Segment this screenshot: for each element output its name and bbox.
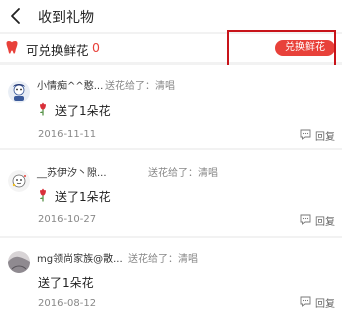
reply-label: 回复	[315, 217, 335, 228]
sent-to-text: 送花给了：清唱	[148, 168, 218, 179]
exchangeable-flowers-label: 可兑换鲜花	[26, 43, 89, 58]
header-bar: 收到礼物	[0, 0, 342, 32]
page-title: 收到礼物	[38, 10, 94, 26]
gift-text: 送了1朵花	[55, 104, 111, 118]
exchangeable-flowers-count: 0	[92, 40, 100, 55]
reply-icon	[300, 129, 311, 140]
reply-icon	[300, 214, 311, 225]
flower-icon	[40, 188, 46, 202]
highlight-annotation-box	[227, 30, 336, 70]
reply-icon	[300, 296, 311, 307]
avatar[interactable]	[8, 251, 30, 273]
back-icon	[11, 8, 20, 24]
sender-name[interactable]: 小情痴^^憨...	[37, 77, 103, 92]
avatar[interactable]	[8, 81, 30, 103]
sender-name[interactable]: __苏伊汐丶隙...	[37, 164, 107, 179]
reply-label: 回复	[315, 132, 335, 143]
avatar[interactable]	[8, 170, 30, 192]
reply-button[interactable]: 回复	[300, 213, 340, 228]
gift-item: mg领尚家族@散... 送花给了：清唱 送了1朵花 2016-08-12 回复	[0, 238, 342, 310]
sender-name[interactable]: mg领尚家族@散...	[37, 250, 123, 265]
reply-label: 回复	[315, 299, 335, 310]
tooth-icon	[6, 41, 18, 54]
gift-item: 小情痴^^憨... 送花给了：清唱 送了1朵花 2016-11-11 回复	[0, 65, 342, 148]
sent-to-text: 送花给了：清唱	[128, 254, 198, 265]
reply-button[interactable]: 回复	[300, 128, 340, 143]
flower-icon	[40, 102, 46, 116]
back-button[interactable]	[6, 4, 28, 28]
gift-date: 2016-08-12	[38, 298, 97, 309]
gift-item: __苏伊汐丶隙... 送花给了：清唱 送了1朵花 2016-10-27 回复	[0, 150, 342, 236]
sent-to-text: 送花给了：清唱	[105, 81, 175, 92]
gift-text: 送了1朵花	[38, 276, 94, 290]
gift-text: 送了1朵花	[55, 190, 111, 204]
gift-date: 2016-10-27	[38, 214, 97, 225]
gift-date: 2016-11-11	[38, 129, 97, 140]
reply-button[interactable]: 回复	[300, 295, 340, 310]
